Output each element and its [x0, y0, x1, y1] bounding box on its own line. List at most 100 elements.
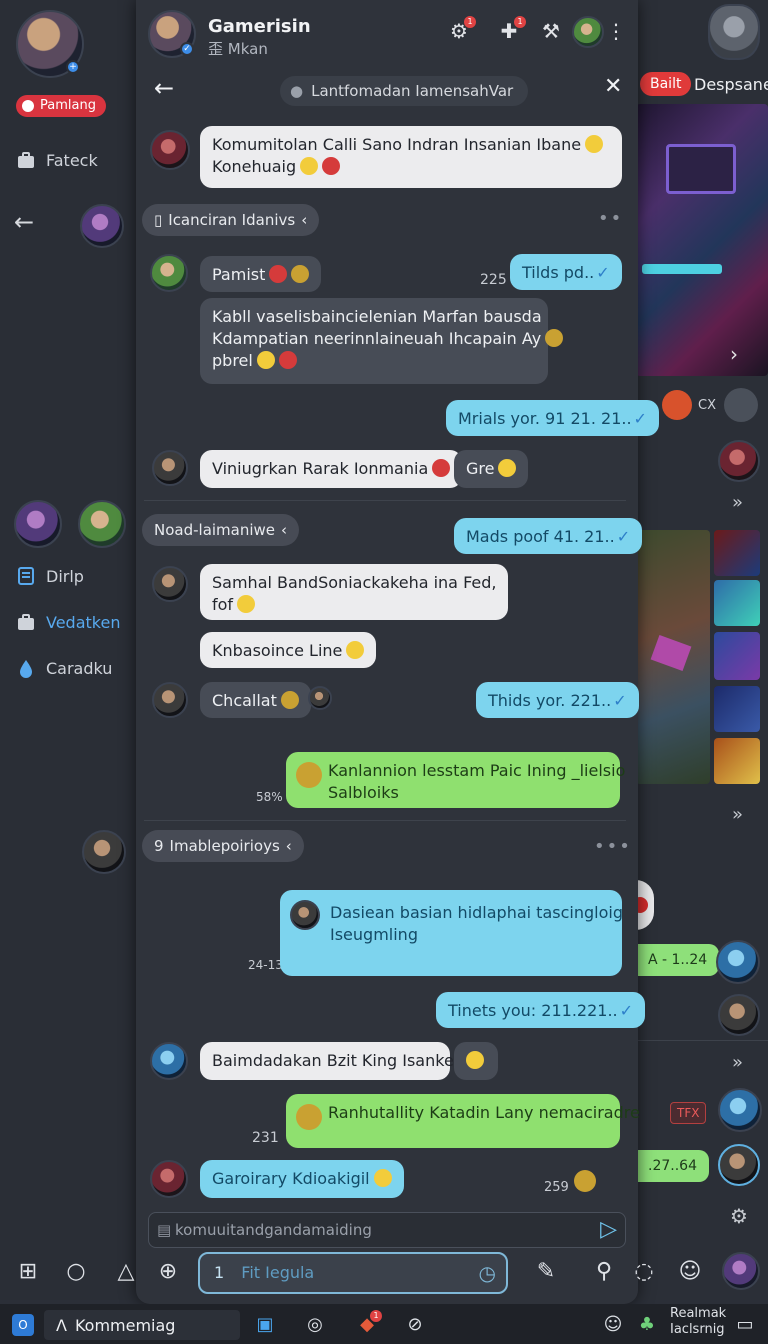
- message-bubble[interactable]: Kabll vaselisbaincielenian Marfan bausda…: [200, 298, 564, 384]
- contact-avatar[interactable]: [718, 1144, 760, 1186]
- sent-message-bubble[interactable]: Dasiean basian hidlaphai tascingloig Ise…: [280, 890, 623, 976]
- person-icon[interactable]: [724, 388, 758, 422]
- sent-message-bubble[interactable]: Tilds pd.. ✓: [510, 254, 622, 290]
- close-icon[interactable]: ✕: [604, 74, 622, 99]
- sent-message-bubble[interactable]: Tinets you: 211.221.. ✓: [436, 992, 646, 1028]
- message-bubble[interactable]: Knbasoince Line: [200, 632, 377, 668]
- member-avatar[interactable]: [572, 16, 604, 48]
- message-input[interactable]: ▤ komuuitandgandamaiding ▷: [148, 1212, 626, 1248]
- game-map-image[interactable]: [636, 530, 710, 784]
- smile-emoji-icon: [373, 1169, 392, 1187]
- sent-message-bubble[interactable]: Mrials yor. 91 21. 21.. ✓: [446, 400, 659, 436]
- music-icon[interactable]: ◎: [304, 1314, 326, 1336]
- start-button[interactable]: O: [12, 1310, 34, 1340]
- forward-icon[interactable]: »: [732, 492, 743, 513]
- back-arrow-icon[interactable]: ←: [14, 208, 34, 236]
- add-circle-icon[interactable]: ⊕: [154, 1258, 182, 1286]
- sticker-icon[interactable]: ☺: [676, 1258, 704, 1286]
- forward-icon[interactable]: »: [732, 1052, 743, 1073]
- contact-avatar[interactable]: [718, 440, 760, 482]
- chevron-right-icon[interactable]: ›: [730, 342, 738, 366]
- hero-thumbnail[interactable]: [714, 738, 760, 784]
- sender-avatar[interactable]: [150, 1160, 188, 1198]
- emoji-icon: [280, 691, 299, 709]
- sent-message-bubble[interactable]: Kanlannion lesstam Paic Ining _lielsio S…: [286, 752, 625, 808]
- timer-icon[interactable]: ◷: [479, 1254, 496, 1292]
- contact-avatar[interactable]: [80, 204, 124, 248]
- message-bubble[interactable]: Garoirary Kdioakigil: [200, 1160, 404, 1198]
- message-bubble[interactable]: Viniugrkan Rarak Ionmania: [200, 450, 463, 488]
- contact-avatar[interactable]: [82, 830, 126, 874]
- search-bar[interactable]: ● Lantfomadan Iamensah​Var: [280, 76, 528, 106]
- sent-message-bubble[interactable]: Ranhutallity Katadin Lany nemaciradre: [286, 1094, 640, 1148]
- bag-icon[interactable]: ⊞: [14, 1258, 42, 1286]
- hero-thumbnail[interactable]: [714, 580, 760, 626]
- emoji-icon[interactable]: ☺: [602, 1314, 624, 1336]
- sidebar-item-dirlp[interactable]: Dirlp: [16, 566, 84, 586]
- tool-icon[interactable]: ⚒: [540, 20, 562, 42]
- green-pill[interactable]: A - 1..24: [636, 944, 720, 976]
- hero-thumbnail[interactable]: [714, 632, 760, 680]
- game-controller-icon[interactable]: ♣: [636, 1314, 658, 1336]
- sender-avatar[interactable]: [152, 450, 188, 486]
- reaction-bubble[interactable]: [454, 1042, 498, 1080]
- close-small-icon[interactable]: CX: [698, 398, 716, 413]
- compass-icon[interactable]: ⊘: [404, 1314, 426, 1336]
- sender-avatar[interactable]: [150, 130, 190, 170]
- sidebar-item-fateck[interactable]: Fateck: [16, 150, 98, 170]
- contact-avatar[interactable]: [14, 500, 62, 548]
- chat-header: ✓ Gamerisin 歪 Mkan ⚙ 1 ✚ 1 ⚒ ⋮: [136, 0, 638, 66]
- sidebar-item-vedatken[interactable]: Vedatken: [16, 612, 120, 632]
- pen-icon[interactable]: ✎: [532, 1258, 560, 1286]
- contact-avatar[interactable]: [716, 940, 760, 984]
- message-bubble[interactable]: Komumitolan Calli Sano Indran Insanian I…: [200, 126, 622, 188]
- more-horizontal-icon[interactable]: •••: [594, 836, 632, 857]
- chevron-left-icon: ‹: [281, 521, 288, 539]
- message-bubble[interactable]: Samhal BandSoniackakeha ina Fed, fof: [200, 564, 508, 620]
- sent-message-bubble[interactable]: Thids yor. 221.. ✓: [476, 682, 639, 718]
- record-button-partial[interactable]: [632, 880, 654, 930]
- sender-avatar[interactable]: [150, 254, 188, 292]
- shield-emblem-icon: [296, 1104, 322, 1130]
- knight-avatar[interactable]: [708, 4, 760, 60]
- sender-avatar[interactable]: [150, 1042, 188, 1080]
- more-horizontal-icon[interactable]: ••: [598, 208, 623, 229]
- contact-avatar[interactable]: [718, 994, 760, 1036]
- thread-section[interactable]: 9 Imablepoirioys ‹: [142, 830, 304, 862]
- circle-icon[interactable]: ○: [62, 1258, 90, 1286]
- bell-icon[interactable]: △: [112, 1258, 140, 1286]
- message-bubble[interactable]: Pamist: [200, 256, 322, 292]
- sender-avatar[interactable]: [152, 566, 188, 602]
- contact-avatar[interactable]: [718, 1088, 762, 1132]
- hero-thumbnail[interactable]: [714, 530, 760, 576]
- hero-thumbnail[interactable]: [714, 686, 760, 732]
- emoji-icon[interactable]: ◌: [630, 1258, 658, 1286]
- tab-label[interactable]: Despsane: [694, 75, 768, 94]
- fx-badge[interactable]: TFX: [670, 1102, 707, 1124]
- contact-avatar[interactable]: [78, 500, 126, 548]
- sender-avatar[interactable]: [152, 682, 188, 718]
- message-bubble[interactable]: Gre: [454, 450, 529, 488]
- taskbar-app-kommemiag[interactable]: Λ Kommemiag: [44, 1310, 240, 1340]
- compose-field[interactable]: 1 Fit Iegula ◷: [198, 1252, 508, 1294]
- back-arrow-icon[interactable]: ←: [154, 74, 174, 102]
- notification-icon[interactable]: ▭: [734, 1314, 756, 1336]
- message-bubble[interactable]: Chcallat: [200, 682, 311, 718]
- green-pill[interactable]: .27..64: [636, 1150, 709, 1182]
- pin-icon[interactable]: ⚲: [590, 1258, 618, 1286]
- sent-message-bubble[interactable]: Mads poof 41. 21.. ✓: [454, 518, 643, 554]
- chat-app-icon[interactable]: ▣: [254, 1314, 276, 1336]
- more-vertical-icon[interactable]: ⋮: [606, 20, 626, 42]
- send-icon[interactable]: ▷: [600, 1217, 617, 1243]
- gaming-room-image[interactable]: ›: [636, 104, 768, 376]
- status-pill[interactable]: Pamlang: [16, 95, 106, 117]
- message-bubble[interactable]: Baimdadakan Bzit King Isankel: [200, 1042, 458, 1080]
- thread-section[interactable]: Noad-laimaniwe ‹: [142, 514, 300, 546]
- profile-avatar[interactable]: [722, 1252, 760, 1290]
- thread-section[interactable]: ▯ Icanciran Idanivs ‹: [142, 204, 320, 236]
- forward-icon[interactable]: »: [732, 804, 743, 825]
- tab-badge[interactable]: Bailt: [640, 72, 692, 96]
- settings-gear-icon[interactable]: ⚙: [730, 1204, 748, 1228]
- fire-badge-icon[interactable]: [662, 390, 692, 420]
- sidebar-item-caradku[interactable]: Caradku: [16, 658, 112, 678]
